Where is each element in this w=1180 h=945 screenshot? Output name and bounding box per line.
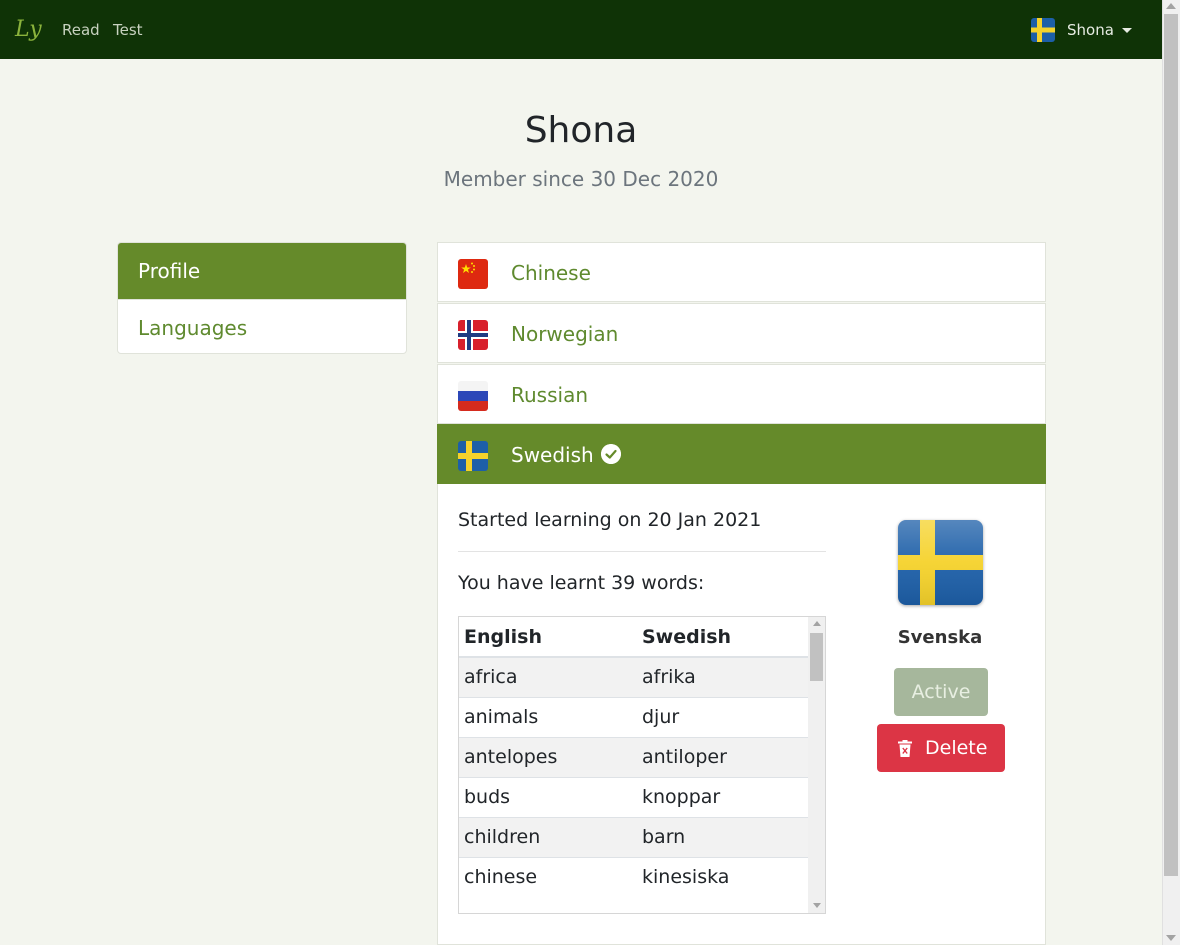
menu-item-profile[interactable]: Profile bbox=[118, 243, 406, 299]
table-row: antelopes antiloper bbox=[459, 736, 809, 777]
cell-english: chinese bbox=[459, 856, 637, 897]
table-scroll-up-icon[interactable] bbox=[813, 621, 821, 626]
language-item-chinese[interactable]: Chinese bbox=[437, 242, 1046, 302]
cell-swedish: afrika bbox=[637, 656, 809, 697]
nav-link-read[interactable]: Read bbox=[62, 21, 100, 39]
user-name: Shona bbox=[1067, 21, 1114, 39]
words-learnt-text: You have learnt 39 words: bbox=[458, 572, 705, 594]
words-table-container[interactable]: English Swedish africa afrika animals dj… bbox=[458, 616, 826, 914]
norway-flag-icon bbox=[458, 320, 488, 350]
china-flag-icon bbox=[458, 259, 488, 289]
cell-swedish: djur bbox=[637, 696, 809, 737]
language-item-russian[interactable]: Russian bbox=[437, 364, 1046, 424]
column-header-swedish: Swedish bbox=[637, 617, 809, 658]
language-item-norwegian[interactable]: Norwegian bbox=[437, 303, 1046, 363]
active-button[interactable]: Active bbox=[894, 668, 988, 716]
navbar: Ly Read Test Shona bbox=[0, 0, 1162, 59]
cell-english: animals bbox=[459, 696, 637, 737]
cell-swedish: kinesiska bbox=[637, 856, 809, 897]
language-label: Chinese bbox=[511, 261, 591, 285]
table-scroll-down-icon[interactable] bbox=[813, 903, 821, 908]
cell-english: antelopes bbox=[459, 736, 637, 777]
table-row: chinese kinesiska bbox=[459, 856, 809, 897]
menu-item-languages[interactable]: Languages bbox=[118, 299, 406, 353]
sweden-flag-icon bbox=[458, 441, 488, 471]
column-header-english: English bbox=[459, 617, 637, 658]
delete-button[interactable]: Delete bbox=[877, 724, 1005, 772]
member-since: Member since 30 Dec 2020 bbox=[443, 167, 719, 191]
words-table: English Swedish africa afrika animals dj… bbox=[459, 617, 809, 897]
scroll-up-arrow-icon[interactable] bbox=[1166, 3, 1176, 9]
language-label: Swedish bbox=[511, 443, 594, 467]
user-dropdown[interactable]: Shona bbox=[1031, 18, 1132, 42]
cell-english: buds bbox=[459, 776, 637, 817]
trash-icon bbox=[898, 740, 912, 757]
brand-logo[interactable]: Ly bbox=[15, 16, 42, 44]
page-title: Shona bbox=[524, 110, 638, 151]
language-item-swedish[interactable]: Swedish bbox=[437, 424, 1046, 484]
sweden-flag-icon bbox=[1031, 18, 1055, 42]
table-header-row: English Swedish bbox=[459, 617, 809, 658]
russia-flag-icon bbox=[458, 381, 488, 411]
cell-swedish: knoppar bbox=[637, 776, 809, 817]
language-label: Norwegian bbox=[511, 322, 619, 346]
sweden-flag-icon bbox=[898, 520, 983, 605]
native-language-name: Svenska bbox=[897, 627, 983, 648]
cell-english: children bbox=[459, 816, 637, 857]
page-scrollbar-thumb[interactable] bbox=[1164, 14, 1178, 876]
cell-swedish: barn bbox=[637, 816, 809, 857]
table-scrollbar-thumb[interactable] bbox=[810, 633, 823, 681]
delete-button-label: Delete bbox=[925, 737, 988, 759]
started-learning-text: Started learning on 20 Jan 2021 bbox=[458, 509, 762, 531]
scroll-down-arrow-icon[interactable] bbox=[1166, 935, 1176, 941]
check-circle-icon bbox=[601, 444, 621, 464]
table-row: buds knoppar bbox=[459, 776, 809, 817]
nav-link-test[interactable]: Test bbox=[113, 21, 143, 39]
cell-english: africa bbox=[459, 656, 637, 697]
divider bbox=[458, 551, 826, 552]
cell-swedish: antiloper bbox=[637, 736, 809, 777]
table-row: africa afrika bbox=[459, 656, 809, 697]
caret-down-icon bbox=[1121, 27, 1132, 33]
table-row: children barn bbox=[459, 816, 809, 857]
language-label: Russian bbox=[511, 383, 589, 407]
table-row: animals djur bbox=[459, 696, 809, 737]
profile-menu: Profile Languages bbox=[117, 242, 407, 354]
